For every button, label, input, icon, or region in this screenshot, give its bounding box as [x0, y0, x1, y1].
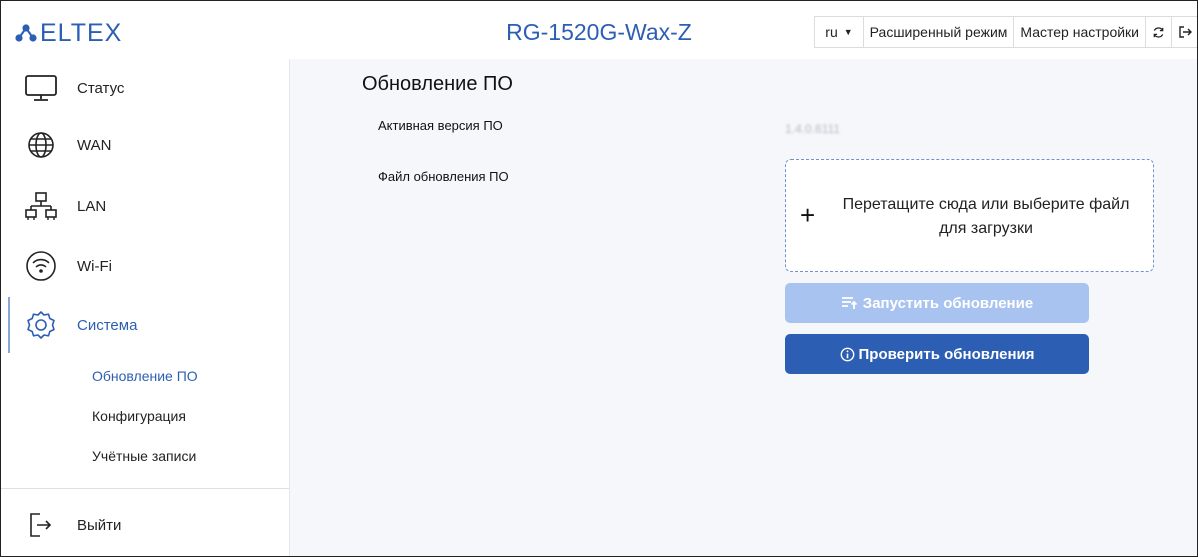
sidebar-item-label: Статус: [77, 79, 125, 97]
language-select[interactable]: ru ▼: [814, 16, 863, 48]
sidebar-item-status[interactable]: Статус: [1, 59, 289, 117]
sidebar-subitem-configuration[interactable]: Конфигурация: [92, 408, 186, 424]
wifi-icon: [24, 249, 58, 283]
active-version-value: 1.4.0.6111: [785, 122, 840, 136]
logout-icon: [24, 508, 58, 542]
start-update-button[interactable]: Запустить обновление: [785, 283, 1089, 323]
dropzone-text: Перетащите сюда или выберите файл для за…: [842, 196, 1130, 237]
app-window: ELTEX RG-1520G-Wax-Z ru ▼ Расширенный ре…: [0, 0, 1198, 557]
list-upload-icon: [841, 297, 857, 309]
start-update-label: Запустить обновление: [862, 294, 1034, 312]
sidebar-item-label: Wi-Fi: [77, 257, 112, 275]
language-value: ru: [825, 24, 838, 40]
update-file-label: Файл обновления ПО: [378, 169, 509, 184]
sidebar-subitem-firmware-update[interactable]: Обновление ПО: [92, 368, 198, 384]
sidebar-item-label: WAN: [77, 136, 112, 154]
gear-icon: [24, 308, 58, 342]
eltex-logo[interactable]: ELTEX: [15, 20, 122, 46]
logout-header-button[interactable]: [1171, 16, 1197, 48]
sidebar-item-wan[interactable]: WAN: [1, 116, 289, 174]
check-updates-label: Проверить обновления: [858, 345, 1035, 363]
sidebar-item-lan[interactable]: LAN: [1, 177, 289, 235]
sidebar-subitem-accounts[interactable]: Учётные записи: [92, 448, 196, 464]
logo-text: ELTEX: [40, 19, 123, 47]
logout-icon: [1178, 26, 1192, 38]
sidebar-divider: [1, 488, 289, 489]
globe-icon: [24, 128, 58, 162]
refresh-icon: [1153, 26, 1164, 38]
check-updates-button[interactable]: Проверить обновления: [785, 334, 1089, 374]
chevron-down-icon: ▼: [843, 27, 853, 37]
active-version-label: Активная версия ПО: [378, 118, 503, 133]
sidebar-item-label: Выйти: [77, 516, 122, 534]
sidebar-item-logout[interactable]: Выйти: [1, 496, 289, 554]
header-toolbar: ru ▼ Расширенный режим Мастер настройки: [814, 16, 1197, 48]
info-icon: [840, 347, 854, 361]
file-dropzone[interactable]: + Перетащите сюда или выберите файл для …: [785, 159, 1154, 272]
sidebar-item-wifi[interactable]: Wi-Fi: [1, 237, 289, 295]
main-content: Обновление ПО Активная версия ПО 1.4.0.6…: [290, 59, 1197, 556]
advanced-mode-button[interactable]: Расширенный режим: [862, 16, 1014, 48]
top-bar: ELTEX RG-1520G-Wax-Z ru ▼ Расширенный ре…: [1, 1, 1197, 60]
sidebar-item-label: Система: [77, 316, 138, 334]
sidebar: Статус WAN LAN Wi-Fi Система Обновление …: [1, 59, 290, 556]
network-icon: [24, 189, 58, 223]
refresh-button[interactable]: [1145, 16, 1171, 48]
plus-icon: +: [800, 200, 816, 230]
page-title: Обновление ПО: [362, 73, 513, 95]
setup-wizard-button[interactable]: Мастер настройки: [1013, 16, 1145, 48]
monitor-icon: [24, 71, 58, 105]
sidebar-item-system[interactable]: Система: [1, 296, 289, 354]
eltex-logo-icon: [15, 24, 37, 42]
sidebar-item-label: LAN: [77, 197, 107, 215]
